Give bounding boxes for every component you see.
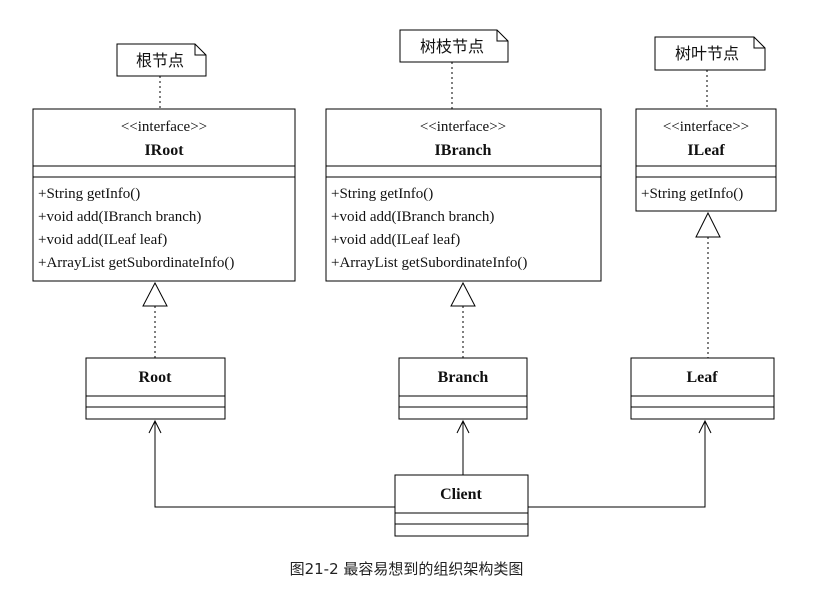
uml-class-diagram: 根节点 树枝节点 树叶节点 <<interface>> IRoot +Strin… <box>32 29 777 537</box>
ibranch-method: +String getInfo() <box>331 186 433 202</box>
iroot-method: +void add(ILeaf leaf) <box>38 232 167 248</box>
realization-branch-ibranch <box>450 281 476 358</box>
ileaf-method: +String getInfo() <box>641 186 743 202</box>
realization-leaf-ileaf <box>695 211 721 358</box>
note-root: 根节点 <box>116 43 207 77</box>
class-leaf: Leaf <box>630 357 775 420</box>
ibranch-stereotype: <<interface>> <box>420 119 506 135</box>
class-client: Client <box>394 474 529 537</box>
figure-caption: 图21-2 最容易想到的组织架构类图 <box>289 560 524 578</box>
class-client-name: Client <box>440 486 482 503</box>
iroot-name: IRoot <box>144 142 184 159</box>
note-leaf: 树叶节点 <box>654 36 766 71</box>
ibranch-method: +ArrayList getSubordinateInfo() <box>331 255 527 271</box>
ileaf-name: ILeaf <box>687 142 725 159</box>
note-branch-text: 树枝节点 <box>420 38 484 56</box>
interface-ibranch: <<interface>> IBranch +String getInfo() … <box>325 108 602 282</box>
class-branch: Branch <box>398 357 528 420</box>
iroot-method: +String getInfo() <box>38 186 140 202</box>
ibranch-method: +void add(ILeaf leaf) <box>331 232 460 248</box>
ileaf-stereotype: <<interface>> <box>663 119 749 135</box>
interface-ileaf: <<interface>> ILeaf +String getInfo() <box>635 108 777 212</box>
interface-iroot: <<interface>> IRoot +String getInfo() +v… <box>32 108 296 282</box>
class-leaf-name: Leaf <box>686 369 718 386</box>
iroot-method: +ArrayList getSubordinateInfo() <box>38 255 234 271</box>
iroot-stereotype: <<interface>> <box>121 119 207 135</box>
note-root-text: 根节点 <box>136 52 184 70</box>
association-client-leaf <box>528 419 712 508</box>
note-branch: 树枝节点 <box>399 29 509 63</box>
ibranch-method: +void add(IBranch branch) <box>331 209 494 225</box>
class-branch-name: Branch <box>438 369 489 386</box>
class-root: Root <box>85 357 226 420</box>
class-root-name: Root <box>139 369 173 386</box>
association-client-branch <box>456 419 470 475</box>
note-leaf-text: 树叶节点 <box>675 45 739 63</box>
association-client-root <box>148 419 395 508</box>
realization-root-iroot <box>142 281 168 358</box>
iroot-method: +void add(IBranch branch) <box>38 209 201 225</box>
ibranch-name: IBranch <box>435 142 492 159</box>
